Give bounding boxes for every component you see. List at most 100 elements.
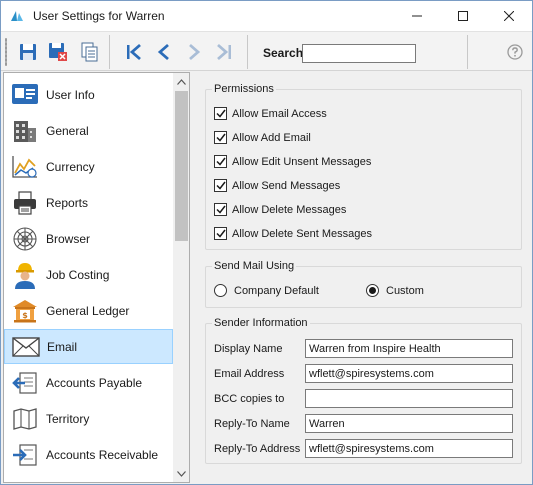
allow-delete-messages-checkbox[interactable]: Allow Delete Messages — [214, 203, 346, 216]
sidebar-item-accounts-receivable[interactable]: Accounts Receivable — [4, 437, 173, 472]
close-button[interactable] — [486, 1, 532, 31]
minimize-button[interactable] — [394, 1, 440, 31]
sidebar-item-job-costing[interactable]: Job Costing — [4, 257, 173, 292]
sidebar-item-label: Reports — [46, 195, 89, 210]
checkbox-box[interactable] — [214, 203, 227, 216]
radio-label: Company Default — [234, 284, 319, 297]
toolbar-separator — [467, 35, 468, 69]
envelope-icon — [12, 333, 40, 361]
sidebar-item-label: Territory — [46, 411, 90, 426]
sidebar-item-user-info[interactable]: User Info — [4, 77, 173, 112]
sidebar-item-label: General — [46, 123, 89, 138]
sidebar-item-territory[interactable]: Territory — [4, 401, 173, 436]
sidebar-item-label: General Ledger — [46, 303, 130, 318]
checkmark-icon — [215, 133, 226, 142]
checkbox-label: Allow Edit Unsent Messages — [232, 155, 372, 168]
display-name-input[interactable] — [305, 339, 513, 358]
checkmark-icon — [215, 229, 226, 238]
allow-delete-sent-checkbox[interactable]: Allow Delete Sent Messages — [214, 227, 372, 240]
save-and-close-button[interactable] — [47, 41, 69, 63]
reply-to-address-label: Reply-To Address — [214, 443, 301, 455]
copy-button[interactable] — [79, 41, 101, 63]
reply-to-name-input[interactable] — [305, 414, 513, 433]
sidebar-item-label: Email — [47, 339, 78, 354]
toolbar-separator — [247, 35, 248, 69]
help-icon — [507, 44, 523, 60]
checkbox-box[interactable] — [214, 155, 227, 168]
checkmark-icon — [215, 157, 226, 166]
radio-label: Custom — [386, 284, 424, 297]
save-close-icon — [49, 43, 67, 61]
allow-send-messages-checkbox[interactable]: Allow Send Messages — [214, 179, 340, 192]
checkbox-box[interactable] — [214, 131, 227, 144]
company-default-radio[interactable]: Company Default — [214, 284, 319, 297]
maximize-button[interactable] — [440, 1, 486, 31]
id-card-icon — [11, 80, 39, 108]
allow-email-access-checkbox[interactable]: Allow Email Access — [214, 107, 327, 120]
first-record-button[interactable] — [123, 41, 145, 63]
permissions-title: Permissions — [212, 83, 276, 95]
chevron-down-icon — [177, 470, 186, 477]
worker-icon — [11, 261, 39, 289]
receivable-icon — [11, 441, 39, 469]
radio-circle[interactable] — [214, 284, 227, 297]
svg-text:$: $ — [22, 311, 28, 320]
radio-selected-dot — [369, 287, 376, 294]
next-record-button[interactable] — [183, 41, 205, 63]
custom-radio[interactable]: Custom — [366, 284, 424, 297]
scroll-up-button[interactable] — [173, 73, 189, 90]
radio-circle[interactable] — [366, 284, 379, 297]
allow-add-email-checkbox[interactable]: Allow Add Email — [214, 131, 311, 144]
sidebar-item-general-ledger[interactable]: $ General Ledger — [4, 293, 173, 328]
chevron-up-icon — [177, 78, 186, 85]
sidebar-item-reports[interactable]: Reports — [4, 185, 173, 220]
sidebar-item-currency[interactable]: Currency — [4, 149, 173, 184]
search-input[interactable] — [302, 44, 416, 63]
search-label: Search — [263, 46, 304, 60]
checkbox-label: Allow Email Access — [232, 107, 327, 120]
sidebar-item-accounts-payable[interactable]: Accounts Payable — [4, 365, 173, 400]
checkmark-icon — [215, 205, 226, 214]
email-address-label: Email Address — [214, 368, 285, 380]
previous-record-icon — [157, 43, 169, 61]
maximize-icon — [458, 11, 468, 21]
last-record-icon — [217, 43, 231, 61]
building-icon — [11, 117, 39, 145]
help-button[interactable] — [506, 43, 524, 61]
checkbox-label: Allow Add Email — [232, 131, 311, 144]
close-icon — [504, 11, 514, 21]
map-icon — [11, 405, 39, 433]
reply-to-name-label: Reply-To Name — [214, 418, 290, 430]
save-button[interactable] — [17, 41, 39, 63]
last-record-button[interactable] — [213, 41, 235, 63]
sidebar-item-browser[interactable]: Browser — [4, 221, 173, 256]
app-logo-icon — [11, 11, 23, 21]
payable-icon — [11, 369, 39, 397]
sidebar-item-partial[interactable] — [4, 473, 173, 482]
checkbox-box[interactable] — [214, 107, 227, 120]
checkbox-label: Allow Delete Messages — [232, 203, 347, 216]
sidebar-item-general[interactable]: General — [4, 113, 173, 148]
printer-icon — [11, 189, 39, 217]
sidebar-item-label: Browser — [46, 231, 91, 246]
next-record-icon — [189, 43, 201, 61]
sidebar-scrollbar[interactable] — [173, 73, 189, 482]
sidebar-item-label: User Info — [46, 87, 95, 102]
allow-edit-unsent-checkbox[interactable]: Allow Edit Unsent Messages — [214, 155, 371, 168]
toolbar-grip[interactable] — [5, 38, 7, 66]
checkbox-box[interactable] — [214, 179, 227, 192]
scroll-down-button[interactable] — [173, 465, 189, 482]
scrollbar-thumb[interactable] — [175, 91, 188, 241]
checkbox-box[interactable] — [214, 227, 227, 240]
toolbar: Search — [1, 31, 532, 71]
checkmark-icon — [215, 181, 226, 190]
email-address-input[interactable] — [305, 364, 513, 383]
minimize-icon — [412, 15, 422, 17]
reply-to-address-input[interactable] — [305, 439, 513, 458]
sidebar-item-email[interactable]: Email — [4, 329, 173, 364]
bcc-copies-input[interactable] — [305, 389, 513, 408]
previous-record-button[interactable] — [153, 41, 175, 63]
save-icon — [20, 44, 36, 60]
sender-info-title: Sender Information — [212, 317, 310, 329]
sidebar-item-label: Currency — [46, 159, 95, 174]
